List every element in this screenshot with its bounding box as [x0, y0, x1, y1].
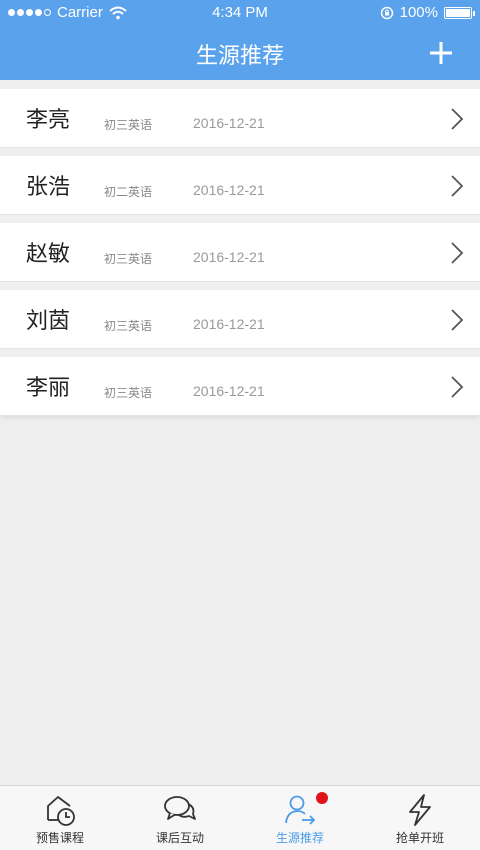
list-item[interactable]: 李亮 初三英语 2016-12-21 [0, 89, 480, 148]
tab-presale-courses[interactable]: 预售课程 [0, 786, 120, 850]
chevron-right-icon [451, 242, 464, 264]
student-date: 2016-12-21 [193, 316, 265, 332]
student-grade: 初三英语 [104, 386, 153, 400]
battery-label: 100% [399, 4, 438, 21]
student-name: 刘茵 [26, 308, 71, 333]
chat-bubbles-icon [164, 796, 196, 820]
tab-after-class-interaction[interactable]: 课后互动 [120, 786, 240, 850]
list-item[interactable]: 李丽 初三英语 2016-12-21 [0, 357, 480, 416]
navigation-header: Carrier 4:34 PM 100% 生源推荐 [0, 0, 480, 80]
chevron-right-icon [451, 175, 464, 197]
student-name: 赵敏 [26, 241, 71, 266]
lightning-icon [409, 794, 431, 826]
notification-badge [316, 792, 328, 804]
tab-bar: 预售课程 课后互动 生源推荐 抢单开班 [0, 785, 480, 850]
tab-student-recommend[interactable]: 生源推荐 [240, 786, 360, 850]
student-date: 2016-12-21 [193, 182, 265, 198]
battery-icon [444, 6, 475, 19]
chevron-right-icon [451, 108, 464, 130]
list-item[interactable]: 刘茵 初三英语 2016-12-21 [0, 290, 480, 349]
chevron-right-icon [451, 309, 464, 331]
tab-label: 预售课程 [35, 831, 84, 845]
tab-label: 抢单开班 [395, 831, 444, 845]
list-item[interactable]: 赵敏 初三英语 2016-12-21 [0, 223, 480, 282]
student-name: 李亮 [26, 107, 71, 132]
student-grade: 初三英语 [104, 319, 153, 333]
user-arrow-icon [285, 795, 316, 825]
tab-label: 生源推荐 [275, 831, 324, 845]
student-date: 2016-12-21 [193, 249, 265, 265]
student-grade: 初二英语 [104, 185, 153, 199]
student-name: 李丽 [26, 375, 71, 400]
student-grade: 初三英语 [104, 118, 153, 132]
status-bar: Carrier 4:34 PM 100% [0, 0, 480, 26]
clock-icon [47, 796, 75, 826]
student-list: 李亮 初三英语 2016-12-21 张浩 初二英语 2016-12-21 赵敏… [0, 89, 480, 424]
orientation-lock-icon [380, 6, 393, 19]
list-item[interactable]: 张浩 初二英语 2016-12-21 [0, 156, 480, 215]
student-date: 2016-12-21 [193, 115, 265, 131]
status-right: 100% [380, 4, 475, 21]
screen: Carrier 4:34 PM 100% 生源推荐 李亮 初三英语 2016-1… [0, 0, 480, 850]
student-date: 2016-12-21 [193, 383, 265, 399]
tab-grab-order-class[interactable]: 抢单开班 [360, 786, 480, 850]
add-icon[interactable] [428, 40, 454, 66]
student-name: 张浩 [26, 174, 71, 199]
student-grade: 初三英语 [104, 252, 153, 266]
page-title: 生源推荐 [195, 43, 284, 68]
tab-label: 课后互动 [155, 831, 204, 845]
chevron-right-icon [451, 376, 464, 398]
